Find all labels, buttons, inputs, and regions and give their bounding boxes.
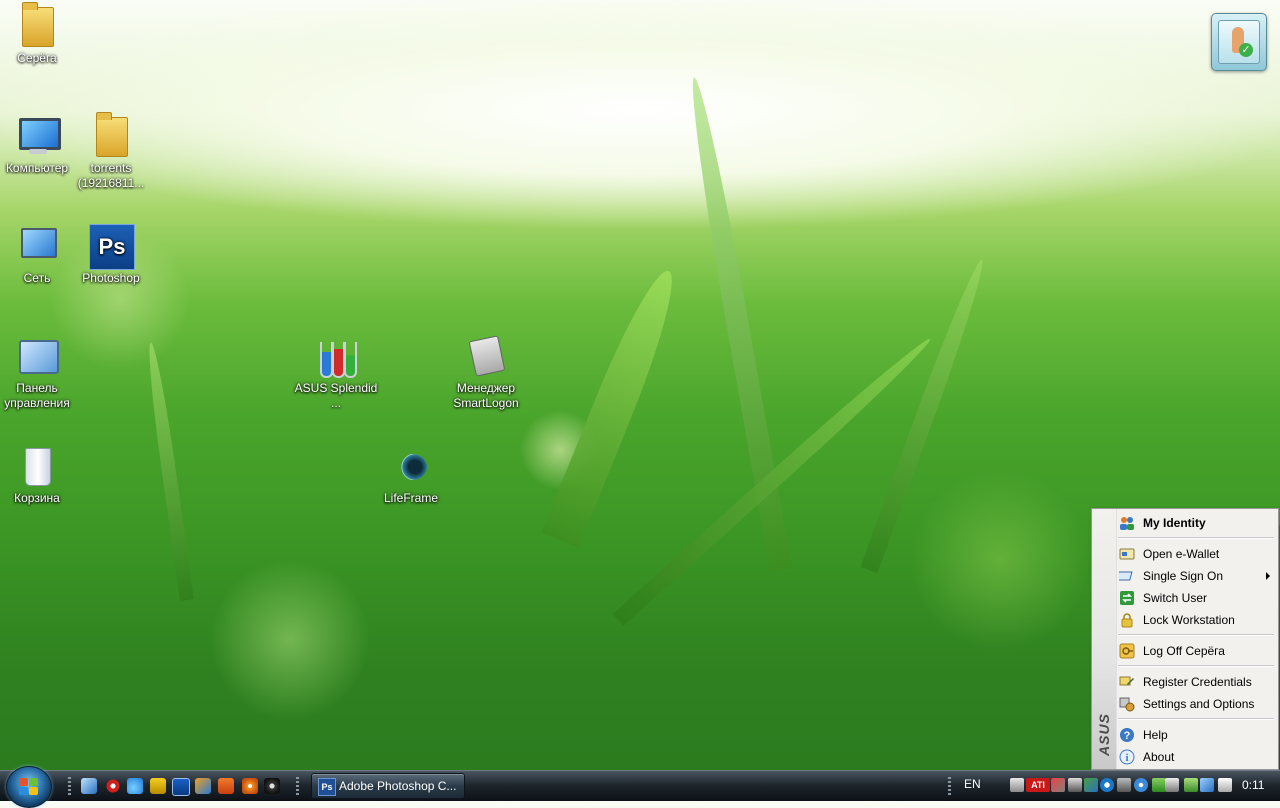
touch-hand-icon: ✓ bbox=[1218, 20, 1260, 64]
menu-separator bbox=[1118, 665, 1274, 667]
photoshop-icon: Ps bbox=[89, 224, 135, 270]
sidebar-gadget[interactable]: ✓ bbox=[1211, 13, 1267, 71]
about-icon: i bbox=[1119, 749, 1135, 765]
lifeframe-icon bbox=[389, 444, 433, 488]
opera-icon[interactable] bbox=[105, 778, 121, 794]
menu-item-single-sign-on[interactable]: Single Sign On bbox=[1116, 565, 1276, 587]
desktop-icon-label: Серёга bbox=[17, 51, 57, 65]
network-folder-icon bbox=[89, 112, 133, 158]
tray-display-icon[interactable] bbox=[1117, 778, 1131, 792]
menu-item-settings-and-options[interactable]: Settings and Options bbox=[1116, 693, 1276, 715]
tray-network-status-icon[interactable] bbox=[1200, 778, 1214, 792]
desktop-icon-recycle-bin[interactable]: Корзина bbox=[0, 444, 79, 506]
tray-power-icon[interactable] bbox=[1100, 778, 1114, 792]
system-clock[interactable]: 0:11 bbox=[1242, 778, 1264, 792]
tray-usb-icon[interactable] bbox=[1165, 778, 1179, 792]
settings-icon bbox=[1119, 696, 1135, 712]
help-icon: ? bbox=[1119, 727, 1135, 743]
menu-item-help[interactable]: ? Help bbox=[1116, 724, 1276, 746]
network-icon bbox=[15, 224, 59, 268]
menu-item-switch-user[interactable]: Switch User bbox=[1116, 587, 1276, 609]
desktop-icon-lifeframe[interactable]: LifeFrame bbox=[369, 444, 453, 506]
logoff-icon bbox=[1119, 643, 1135, 659]
menu-item-log-off[interactable]: Log Off Серёга bbox=[1116, 640, 1276, 662]
menu-item-open-e-wallet[interactable]: Open e-Wallet bbox=[1116, 543, 1276, 565]
desktop-icon-asus-splendid[interactable]: ASUS Splendid ... bbox=[294, 334, 378, 411]
desktop-icon-label: Менеджер SmartLogon bbox=[453, 381, 519, 410]
toolbar-grip[interactable] bbox=[296, 777, 299, 795]
language-indicator[interactable]: EN bbox=[964, 777, 981, 791]
audio-manager-icon[interactable] bbox=[1051, 778, 1065, 792]
far-manager-icon[interactable] bbox=[172, 778, 190, 796]
desktop-icon-smartlogon[interactable]: Менеджер SmartLogon bbox=[444, 334, 528, 411]
control-panel-icon bbox=[15, 334, 59, 378]
taskbar-button-photoshop[interactable]: Ps Adobe Photoshop C... bbox=[311, 773, 465, 799]
show-desktop-icon[interactable] bbox=[81, 778, 97, 794]
network-tool-icon[interactable] bbox=[195, 778, 211, 794]
menu-separator bbox=[1118, 537, 1274, 539]
taskbar: Ps Adobe Photoshop C... EN ATI 0:11 bbox=[0, 766, 1280, 808]
switch-user-icon bbox=[1119, 590, 1135, 606]
desktop-icon-label: LifeFrame bbox=[383, 491, 439, 505]
menu-separator bbox=[1118, 634, 1274, 636]
tray-network-icon[interactable] bbox=[1084, 778, 1098, 792]
desktop-icon-torrents[interactable]: torrents (19216811... bbox=[69, 112, 153, 191]
taskbar-button-label: Adobe Photoshop C... bbox=[339, 779, 457, 793]
tray-device-icon[interactable] bbox=[1010, 778, 1024, 792]
desktop-icon-label: Компьютер bbox=[5, 161, 69, 175]
desktop-icon-computer[interactable]: Компьютер bbox=[0, 114, 79, 176]
desktop-icon-label: ASUS Splendid ... bbox=[294, 381, 378, 410]
tray-update-icon[interactable] bbox=[1152, 778, 1166, 792]
sso-icon bbox=[1116, 568, 1135, 584]
identity-icon bbox=[1119, 515, 1135, 531]
desktop-icon-photoshop[interactable]: Ps Photoshop bbox=[69, 224, 153, 286]
asus-logo: ASUS bbox=[1096, 713, 1112, 757]
media-app-icon[interactable] bbox=[264, 778, 280, 794]
internet-explorer-icon[interactable] bbox=[127, 778, 143, 794]
ati-catalyst-icon[interactable]: ATI bbox=[1026, 778, 1050, 792]
computer-icon bbox=[15, 114, 61, 158]
smartlogon-context-menu: ASUS My Identity Open e-Wallet Single Si… bbox=[1091, 508, 1279, 770]
svg-text:i: i bbox=[1125, 752, 1128, 764]
menu-item-about[interactable]: i About bbox=[1116, 746, 1276, 768]
desktop-icon-label: Панель управления bbox=[4, 381, 70, 410]
volume-icon[interactable] bbox=[1218, 778, 1232, 792]
menu-item-lock-workstation[interactable]: Lock Workstation bbox=[1116, 609, 1276, 631]
user-folder-icon bbox=[15, 2, 59, 48]
start-button[interactable] bbox=[6, 766, 52, 808]
test-tubes-icon bbox=[314, 334, 358, 378]
toolbar-grip[interactable] bbox=[68, 777, 71, 795]
desktop-icon-network[interactable]: Сеть bbox=[0, 224, 79, 286]
wallet-icon bbox=[1119, 546, 1135, 562]
toolbar-grip[interactable] bbox=[948, 777, 951, 795]
desktop-icon-user-folder[interactable]: Серёга bbox=[0, 2, 79, 66]
desktop-icon-label: Сеть bbox=[23, 271, 51, 285]
menu-separator bbox=[1118, 718, 1274, 720]
smartlogon-icon bbox=[464, 334, 508, 378]
svg-text:?: ? bbox=[1124, 730, 1131, 742]
windows-logo-icon bbox=[19, 778, 39, 796]
menu-item-my-identity[interactable]: My Identity bbox=[1116, 512, 1276, 534]
tray-battery-icon[interactable] bbox=[1184, 778, 1198, 792]
register-icon bbox=[1119, 674, 1135, 690]
desktop-icon-label: torrents (19216811... bbox=[77, 161, 145, 190]
burn-app-icon[interactable] bbox=[242, 778, 258, 794]
submenu-arrow-icon bbox=[1266, 572, 1270, 580]
photoshop-icon: Ps bbox=[318, 778, 336, 796]
office-icon[interactable] bbox=[218, 778, 234, 794]
daemon-tools-icon[interactable] bbox=[150, 778, 166, 794]
lock-icon bbox=[1119, 612, 1135, 628]
desktop-icon-label: Photoshop bbox=[82, 271, 140, 285]
menu-sidebar: ASUS bbox=[1092, 509, 1117, 769]
desktop-icon-control-panel[interactable]: Панель управления bbox=[0, 334, 79, 411]
desktop-icon-label: Корзина bbox=[14, 491, 60, 505]
recycle-bin-icon bbox=[15, 444, 59, 488]
tray-monitor-icon[interactable] bbox=[1068, 778, 1082, 792]
menu-item-register-credentials[interactable]: Register Credentials bbox=[1116, 671, 1276, 693]
wireless-icon[interactable] bbox=[1134, 778, 1148, 792]
